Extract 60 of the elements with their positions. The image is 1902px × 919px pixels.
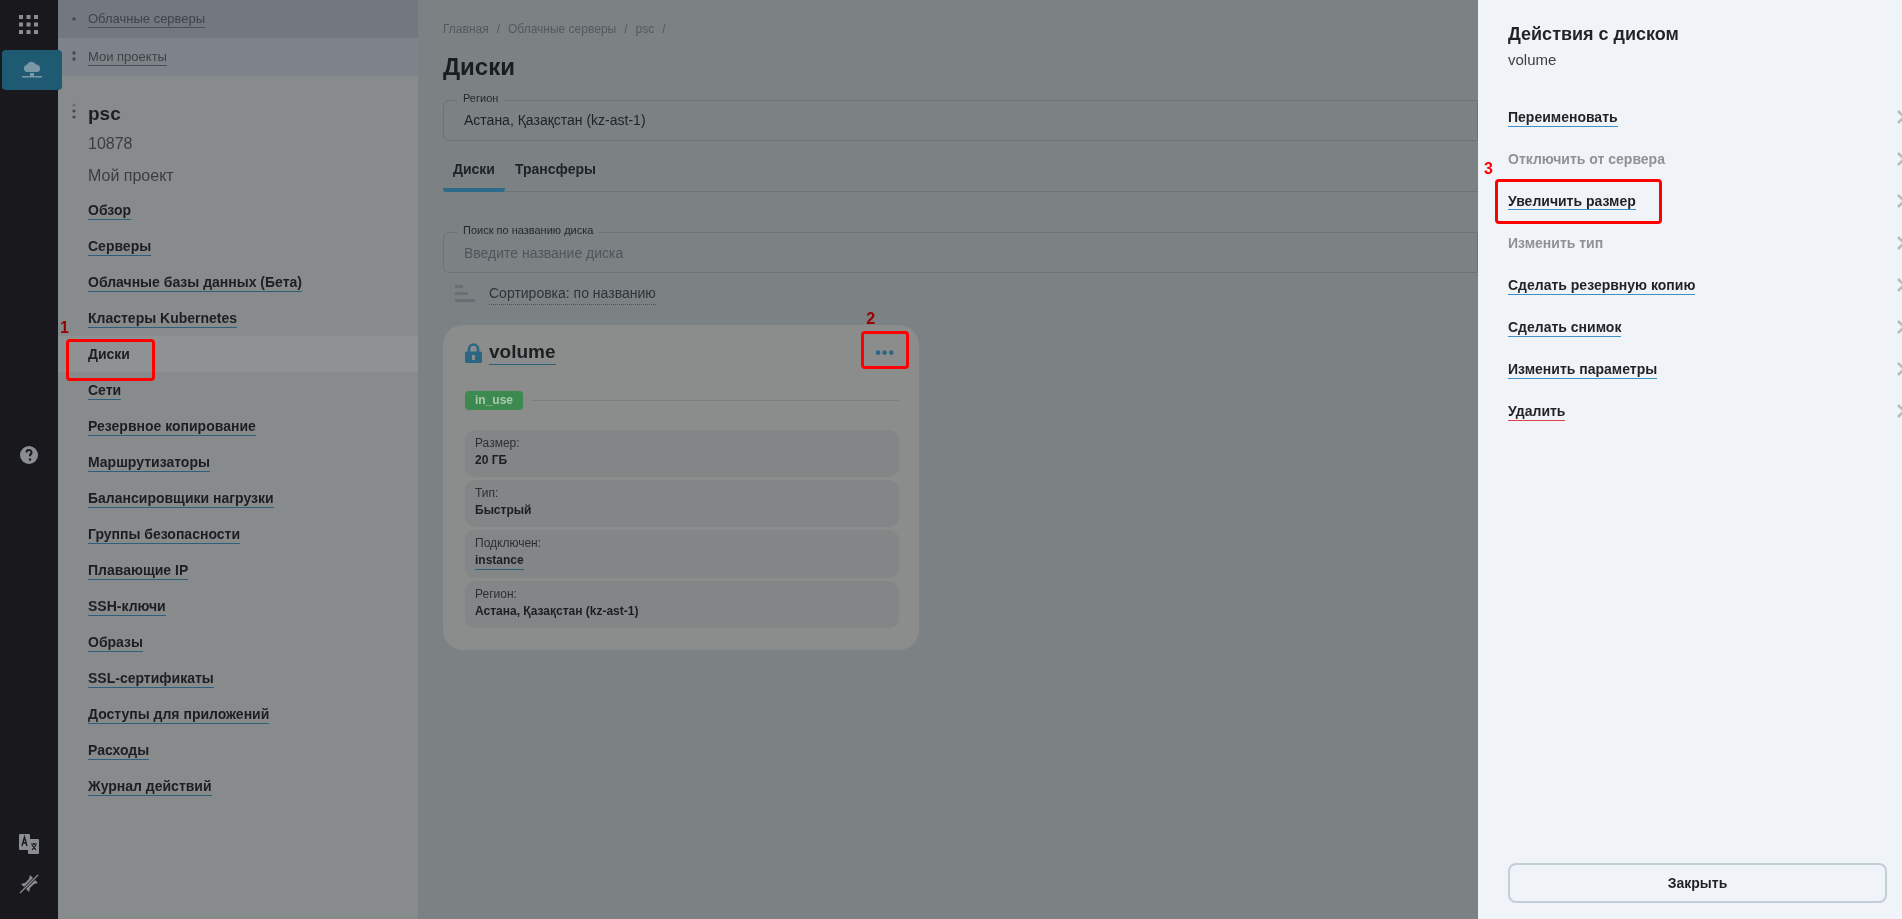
nav-item[interactable]: Расходы — [88, 740, 150, 760]
close-button[interactable]: Закрыть — [1508, 863, 1887, 903]
pin-off-icon[interactable] — [18, 873, 40, 895]
info-value: 20 ГБ — [475, 452, 508, 469]
project-description: Мой проект — [88, 166, 174, 186]
info-label: Размер: — [475, 435, 520, 452]
action-link[interactable]: Сделать резервную копию — [1508, 275, 1696, 295]
cloud-app-button[interactable] — [2, 50, 62, 90]
nav-item[interactable]: Обзор — [88, 200, 132, 220]
translate-icon[interactable] — [18, 833, 40, 855]
project-id: 10878 — [88, 134, 134, 154]
nav-item[interactable]: Балансировщики нагрузки — [88, 488, 274, 508]
callout-frame — [861, 330, 910, 369]
nav-item[interactable]: SSH-ключи — [88, 596, 166, 616]
status-badge: in_use — [465, 391, 523, 410]
nav-item[interactable]: Плавающие IP — [88, 560, 189, 580]
disk-name-link[interactable]: volume — [489, 340, 556, 365]
info-label: Регион: — [475, 586, 517, 603]
nav-item[interactable]: Журнал действий — [88, 776, 212, 796]
nav-item[interactable]: Доступы для приложений — [88, 704, 270, 724]
nav-item[interactable]: Кластеры Kubernetes — [88, 308, 238, 328]
breadcrumb-separator: / — [496, 21, 501, 38]
field-label: Поиск по названию диска — [457, 223, 600, 237]
info-value: Астана, Қазақстан (kz-ast-1) — [475, 603, 639, 620]
breadcrumb-separator: / — [624, 21, 628, 38]
callout-number: 2 — [866, 310, 876, 327]
breadcrumb-separator: / — [662, 21, 666, 38]
info-label: Подключен: — [475, 535, 542, 552]
nav-item[interactable]: Диски — [88, 346, 130, 363]
sidebar-crumb-link[interactable]: Мои проекты — [88, 48, 167, 66]
tab[interactable]: Трансферы — [505, 155, 606, 192]
nav-item[interactable]: SSL-сертификаты — [88, 668, 214, 688]
action-link[interactable]: Удалить — [1508, 401, 1566, 421]
page-title: Диски — [443, 52, 516, 82]
panel-subtitle: volume — [1508, 50, 1558, 70]
action-link[interactable]: Сделать снимок — [1508, 317, 1622, 337]
help-icon[interactable] — [19, 445, 39, 465]
cloud-icon — [21, 59, 43, 81]
action-link[interactable]: Изменить параметры — [1508, 359, 1658, 379]
callout-number: 1 — [60, 320, 69, 336]
nav-item[interactable]: Сети — [88, 380, 122, 400]
field-label: Регион — [457, 91, 505, 105]
info-value: Быстрый — [475, 502, 532, 519]
nav-item[interactable]: Маршрутизаторы — [88, 452, 210, 472]
tab[interactable]: Диски — [443, 155, 505, 192]
apps-grid-icon[interactable] — [19, 15, 39, 35]
nav-item[interactable]: Образы — [88, 632, 143, 652]
project-name: psc — [88, 102, 122, 126]
action-link[interactable]: Переименовать — [1508, 107, 1618, 127]
callout-number: 3 — [1484, 161, 1493, 177]
sort-link[interactable]: Сортировка: по названию — [489, 283, 656, 305]
info-label: Тип: — [475, 485, 499, 502]
nav-item[interactable]: Облачные базы данных (Бета) — [88, 272, 302, 292]
nav-item[interactable]: Группы безопасности — [88, 524, 240, 544]
info-link[interactable]: instance — [475, 552, 524, 570]
dots-icon — [72, 51, 76, 63]
panel-title: Действия с диском — [1508, 23, 1680, 46]
nav-item[interactable]: Серверы — [88, 236, 152, 256]
nav-item[interactable]: Резервное копирование — [88, 416, 256, 436]
action-link[interactable]: Увеличить размер — [1508, 193, 1636, 210]
